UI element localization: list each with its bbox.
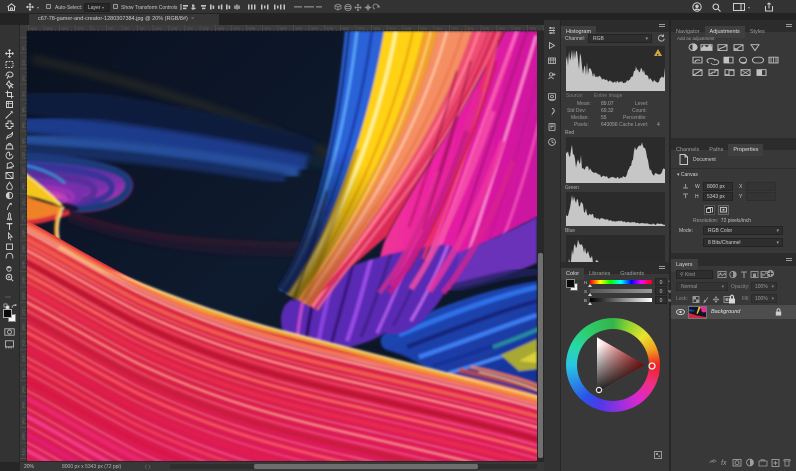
svg-text:1460: 1460 [22,183,26,191]
svg-text:2390: 2390 [22,276,26,284]
svg-text:3490: 3490 [22,386,26,394]
svg-text:1930: 1930 [22,230,26,238]
svg-text:370: 370 [22,75,26,81]
svg-text:990: 990 [22,138,26,144]
svg-text:2080: 2080 [22,245,26,253]
svg-text:250: 250 [108,27,113,31]
svg-text:2550: 2550 [22,292,26,300]
svg-text:1770: 1770 [22,214,26,222]
svg-text:3330: 3330 [22,370,26,378]
svg-text:1150: 1150 [22,152,26,159]
svg-text:520: 520 [22,91,26,97]
svg-text:750: 750 [139,27,144,31]
svg-text:4110: 4110 [22,448,26,455]
svg-text:2240: 2240 [22,261,26,269]
svg-text:3180: 3180 [22,354,26,362]
svg-text:3640: 3640 [22,401,26,409]
svg-text:2710: 2710 [22,308,26,316]
svg-text:fx: fx [721,460,727,467]
svg-text:500: 500 [124,27,129,31]
svg-text:680: 680 [22,107,26,113]
svg-text:210: 210 [22,60,26,66]
svg-text:2860: 2860 [22,323,26,331]
svg-text:3800: 3800 [22,417,26,425]
svg-text:840: 840 [22,122,26,128]
svg-text:60: 60 [22,46,26,50]
svg-text:3960: 3960 [22,432,26,440]
svg-text:1610: 1610 [22,198,26,206]
svg-text:0: 0 [92,27,94,31]
svg-text:3020: 3020 [22,339,26,347]
svg-text:1300: 1300 [22,167,26,175]
